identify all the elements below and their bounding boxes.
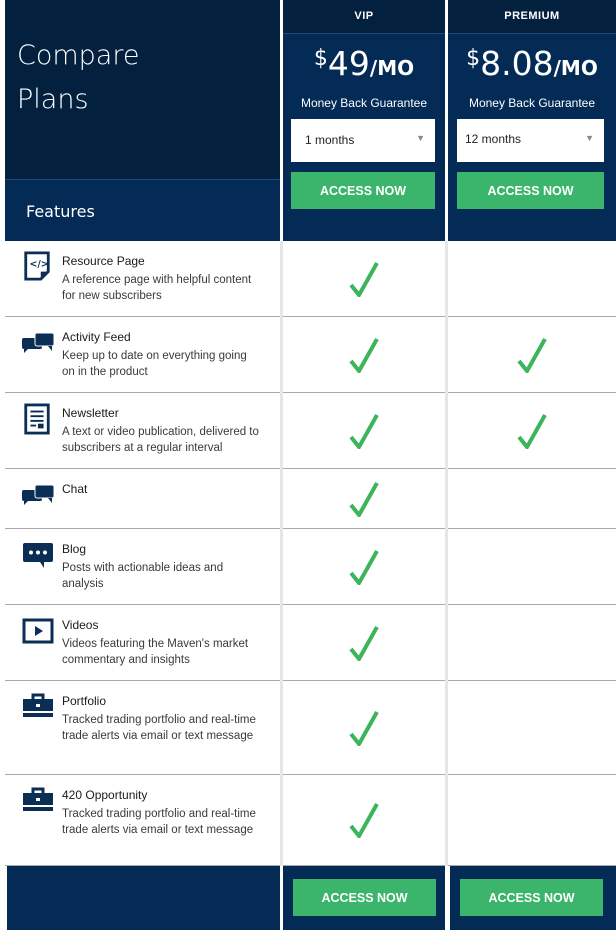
feature-cell-premium: [448, 469, 616, 529]
chat-bubbles-icon: [22, 479, 55, 511]
page-title: Compare Plans: [17, 40, 140, 115]
guarantee-label: Money Back Guarantee: [468, 96, 596, 110]
feature-cell-vip: [283, 681, 445, 775]
feature-cell-premium: [448, 681, 616, 775]
plan-name: VIP: [283, 0, 445, 33]
feature-row: </> Resource Page A reference page with he…: [5, 241, 280, 317]
duration-select[interactable]: 1 months ▼: [291, 119, 435, 162]
plan-premium: PREMIUM $8.08/MO Money Back Guarantee 12…: [448, 0, 616, 241]
video-play-icon: [22, 615, 54, 647]
feature-cell-vip: [283, 529, 445, 605]
access-now-button[interactable]: ACCESS NOW: [457, 172, 604, 209]
check-icon: [517, 337, 547, 373]
check-icon: [349, 625, 379, 661]
feature-row: Newsletter A text or video publication, d…: [5, 393, 280, 469]
newsletter-icon: [22, 403, 54, 435]
feature-description: A reference page with helpful content fo…: [62, 274, 252, 302]
guarantee-label: Money Back Guarantee: [300, 96, 428, 110]
check-icon: [349, 803, 379, 838]
access-now-button[interactable]: ACCESS NOW: [460, 879, 603, 916]
feature-cell-premium: [448, 317, 616, 393]
briefcase-icon: [22, 785, 54, 817]
chevron-down-icon: ▼: [585, 133, 594, 143]
feature-description: Posts with actionable ideas and analysis: [62, 562, 224, 590]
feature-cell-vip: [283, 775, 445, 866]
feature-name: Activity Feed: [62, 330, 131, 344]
feature-row: 420 Opportunity Tracked trading portfolio…: [5, 775, 280, 866]
feature-cell-premium: [448, 605, 616, 681]
plan-vip: VIP $49/MO Money Back Guarantee 1 months…: [283, 0, 445, 241]
features-header: Features: [5, 179, 280, 242]
access-now-button[interactable]: ACCESS NOW: [291, 172, 435, 209]
feature-name: Newsletter: [62, 406, 119, 420]
feature-name: Resource Page: [62, 254, 145, 268]
feature-cell-premium: [448, 529, 616, 605]
feature-cell-vip: [283, 241, 445, 317]
feature-description: Tracked trading portfolio and real-time …: [62, 808, 256, 836]
feature-row: Blog Posts with actionable ideas and anal…: [5, 529, 280, 605]
plan-price: $49/MO: [313, 44, 415, 83]
feature-row: Videos Videos featuring the Maven's marke…: [5, 605, 280, 681]
feature-row: Portfolio Tracked trading portfolio and r…: [5, 681, 280, 775]
check-icon: [349, 549, 379, 585]
feature-name: Videos: [62, 618, 99, 632]
feature-cell-premium: [448, 241, 616, 317]
feature-description: Keep up to date on everything going on i…: [62, 350, 247, 378]
feature-description: Tracked trading portfolio and real-time …: [62, 714, 256, 742]
chat-bubbles-icon: [22, 327, 55, 359]
check-icon: [349, 710, 379, 746]
feature-cell-premium: [448, 775, 616, 866]
feature-cell-vip: [283, 317, 445, 393]
check-icon: [349, 413, 379, 449]
briefcase-icon: [22, 691, 54, 723]
feature-description: A text or video publication, delivered t…: [62, 426, 259, 454]
chevron-down-icon: ▼: [416, 133, 425, 143]
svg-text:</>: </>: [30, 259, 49, 270]
feature-name: Portfolio: [62, 694, 107, 708]
features-label: Features: [26, 202, 95, 221]
check-icon: [517, 413, 547, 449]
plan-price: $8.08/MO: [466, 44, 598, 83]
feature-cell-vip: [283, 605, 445, 681]
feature-cell-vip: [283, 393, 445, 469]
code-document-icon: </>: [22, 251, 54, 283]
feature-cell-premium: [448, 393, 616, 469]
speech-dots-icon: [22, 539, 54, 571]
feature-name: Blog: [62, 542, 87, 556]
feature-name: Chat: [62, 482, 88, 496]
check-icon: [349, 481, 379, 517]
access-now-button[interactable]: ACCESS NOW: [293, 879, 436, 916]
feature-cell-vip: [283, 469, 445, 529]
footer-premium: ACCESS NOW: [450, 866, 616, 930]
feature-name: 420 Opportunity: [62, 788, 148, 802]
check-icon: [349, 261, 379, 297]
check-icon: [349, 337, 379, 373]
feature-description: Videos featuring the Maven's market comm…: [62, 638, 249, 666]
footer-vip: ACCESS NOW: [283, 866, 445, 930]
plan-name: PREMIUM: [448, 0, 616, 33]
duration-select[interactable]: 12 months ▼: [457, 119, 604, 162]
feature-row: Activity Feed Keep up to date on everythi…: [5, 317, 280, 393]
footer-left: [7, 866, 280, 930]
feature-row: Chat: [5, 469, 280, 529]
